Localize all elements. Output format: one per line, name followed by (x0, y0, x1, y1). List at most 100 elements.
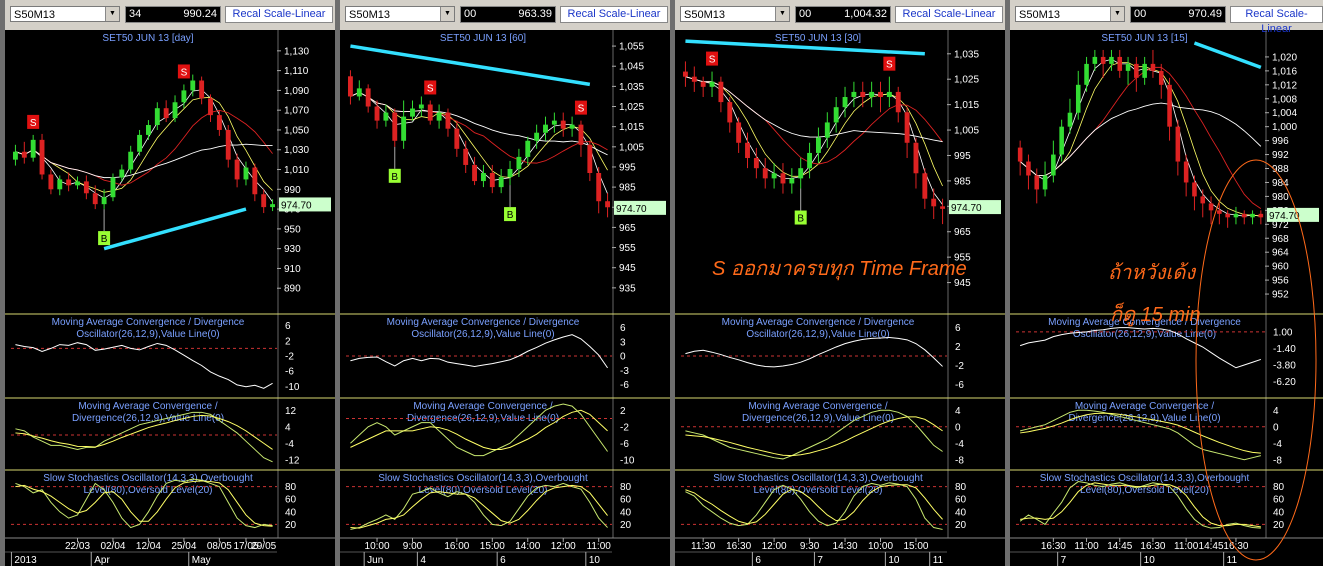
candle-body (1092, 56, 1098, 64)
time-tick-label: 14:45 (1107, 541, 1132, 552)
candle-body (1134, 63, 1139, 78)
price-tick-label: 1,130 (284, 46, 309, 57)
candle-body (119, 169, 125, 178)
price-tick-label: 1,045 (619, 62, 644, 73)
price-tick-label: 1,050 (284, 125, 309, 136)
candle-body (913, 142, 919, 174)
candle-body (472, 164, 478, 182)
indicator-tick-label: 6 (285, 321, 291, 332)
moving-average-line (685, 76, 943, 187)
indicator-tick-label: 4 (285, 422, 291, 433)
price-tick-label: 1,004 (1272, 108, 1297, 119)
indicator-tick-label: 40 (955, 507, 967, 518)
candle-body (75, 181, 80, 186)
time-tick-label: 14:30 (833, 541, 858, 552)
candle-body (815, 137, 821, 153)
last-price-label: 974.70 (616, 204, 647, 215)
candle-body (833, 107, 839, 123)
moving-average-line (15, 109, 273, 186)
moving-average-line (1019, 66, 1262, 209)
candle-body (605, 201, 611, 208)
time-tick-label: 02/04 (100, 541, 125, 552)
indicator-tick-label: 2 (620, 406, 626, 417)
period-tick-label: 11 (933, 555, 944, 566)
indicator-tick-label: -3.80 (1273, 360, 1296, 371)
candle-body (445, 112, 451, 129)
last-price-label: 974.70 (281, 200, 312, 211)
period-tick-label: 11 (1227, 555, 1238, 566)
candle-body (12, 151, 18, 160)
long-trend-line (103, 207, 247, 251)
indicator-tick-label: 20 (620, 520, 632, 531)
period-tick-label: 10 (589, 555, 601, 566)
candle-body (560, 120, 566, 129)
timeframe-annotation: S ออกมาครบทุก Time Frame (712, 258, 967, 280)
candle-body (1067, 112, 1073, 127)
candle-body (1125, 63, 1131, 71)
time-tick-label: 11:00 (1074, 541, 1099, 552)
price-tick-label: 1,016 (1272, 66, 1297, 77)
price-tick-label: 985 (619, 183, 636, 194)
candle-body (691, 76, 697, 82)
time-tick-label: 16:30 (1223, 541, 1248, 552)
candle-body (807, 152, 813, 169)
candle-body (1250, 213, 1255, 218)
time-tick-label: 14:45 (1199, 541, 1224, 552)
last-price-label: 974.70 (951, 203, 982, 214)
candle-body (569, 124, 575, 129)
candle-body (1042, 175, 1048, 190)
candle-body (753, 158, 759, 169)
candle-body (543, 124, 548, 133)
candle-body (92, 193, 98, 205)
indicator-title: Slow Stochastics Oscillator(14,3,3),Over… (43, 473, 253, 484)
price-tick-label: 930 (284, 244, 301, 255)
indicator-tick-label: 2 (955, 342, 961, 353)
candle-body (842, 97, 848, 108)
candle-body (1217, 210, 1222, 214)
candle-body (596, 173, 602, 202)
candle-body (762, 168, 768, 179)
price-tick-label: 1,110 (284, 66, 309, 77)
indicator-tick-label: 0 (1273, 422, 1279, 433)
price-tick-label: 988 (1272, 164, 1289, 175)
candle-body (199, 80, 205, 99)
candle-body (480, 173, 486, 182)
price-tick-label: 1,030 (284, 145, 309, 156)
moving-average-line (1019, 62, 1261, 217)
price-tick-label: 890 (284, 284, 301, 295)
chart-title: SET50 JUN 13 [60] (440, 33, 526, 44)
candle-body (736, 122, 742, 143)
indicator-tick-label: 40 (285, 507, 297, 518)
price-tick-label: 1,025 (954, 75, 979, 86)
candle-body (922, 173, 928, 199)
candle-body (392, 112, 398, 141)
candle-body (101, 197, 107, 205)
candle-body (365, 88, 371, 107)
price-tick-label: 995 (619, 162, 636, 173)
candle-body (190, 80, 196, 91)
chart-canvas[interactable]: SET50 JUN 13 [60] 1,055 1,045 1,035 1,025 1,0… (340, 0, 670, 566)
time-tick-label: 25/04 (171, 541, 196, 552)
candle-body (727, 102, 733, 123)
price-tick-label: 1,005 (954, 126, 979, 137)
price-tick-label: 955 (619, 243, 636, 254)
chart-canvas[interactable]: SET50 JUN 13 [day] 1,130 1,110 1,090 1,070 1,… (5, 0, 335, 566)
candle-body (270, 204, 276, 208)
indicator-title: Moving Average Convergence / Divergence (52, 317, 245, 328)
price-tick-label: 1,055 (619, 42, 644, 53)
candle-body (39, 139, 45, 175)
indicator-tick-label: -4 (1273, 439, 1282, 450)
indicator-tick-label: 60 (285, 495, 297, 506)
candle-body (824, 122, 830, 138)
candle-body (383, 112, 389, 121)
price-tick-label: 1,035 (954, 49, 979, 60)
candle-body (886, 91, 892, 98)
indicator-tick-label: -2 (955, 361, 964, 372)
time-tick-label: 16:30 (1041, 541, 1066, 552)
indicator-tick-label: 1.00 (1273, 327, 1293, 338)
candle-body (154, 108, 160, 126)
price-tick-label: 956 (1272, 276, 1289, 287)
indicator-tick-label: 80 (285, 482, 297, 493)
candle-body (682, 71, 688, 77)
candle-body (869, 91, 875, 98)
